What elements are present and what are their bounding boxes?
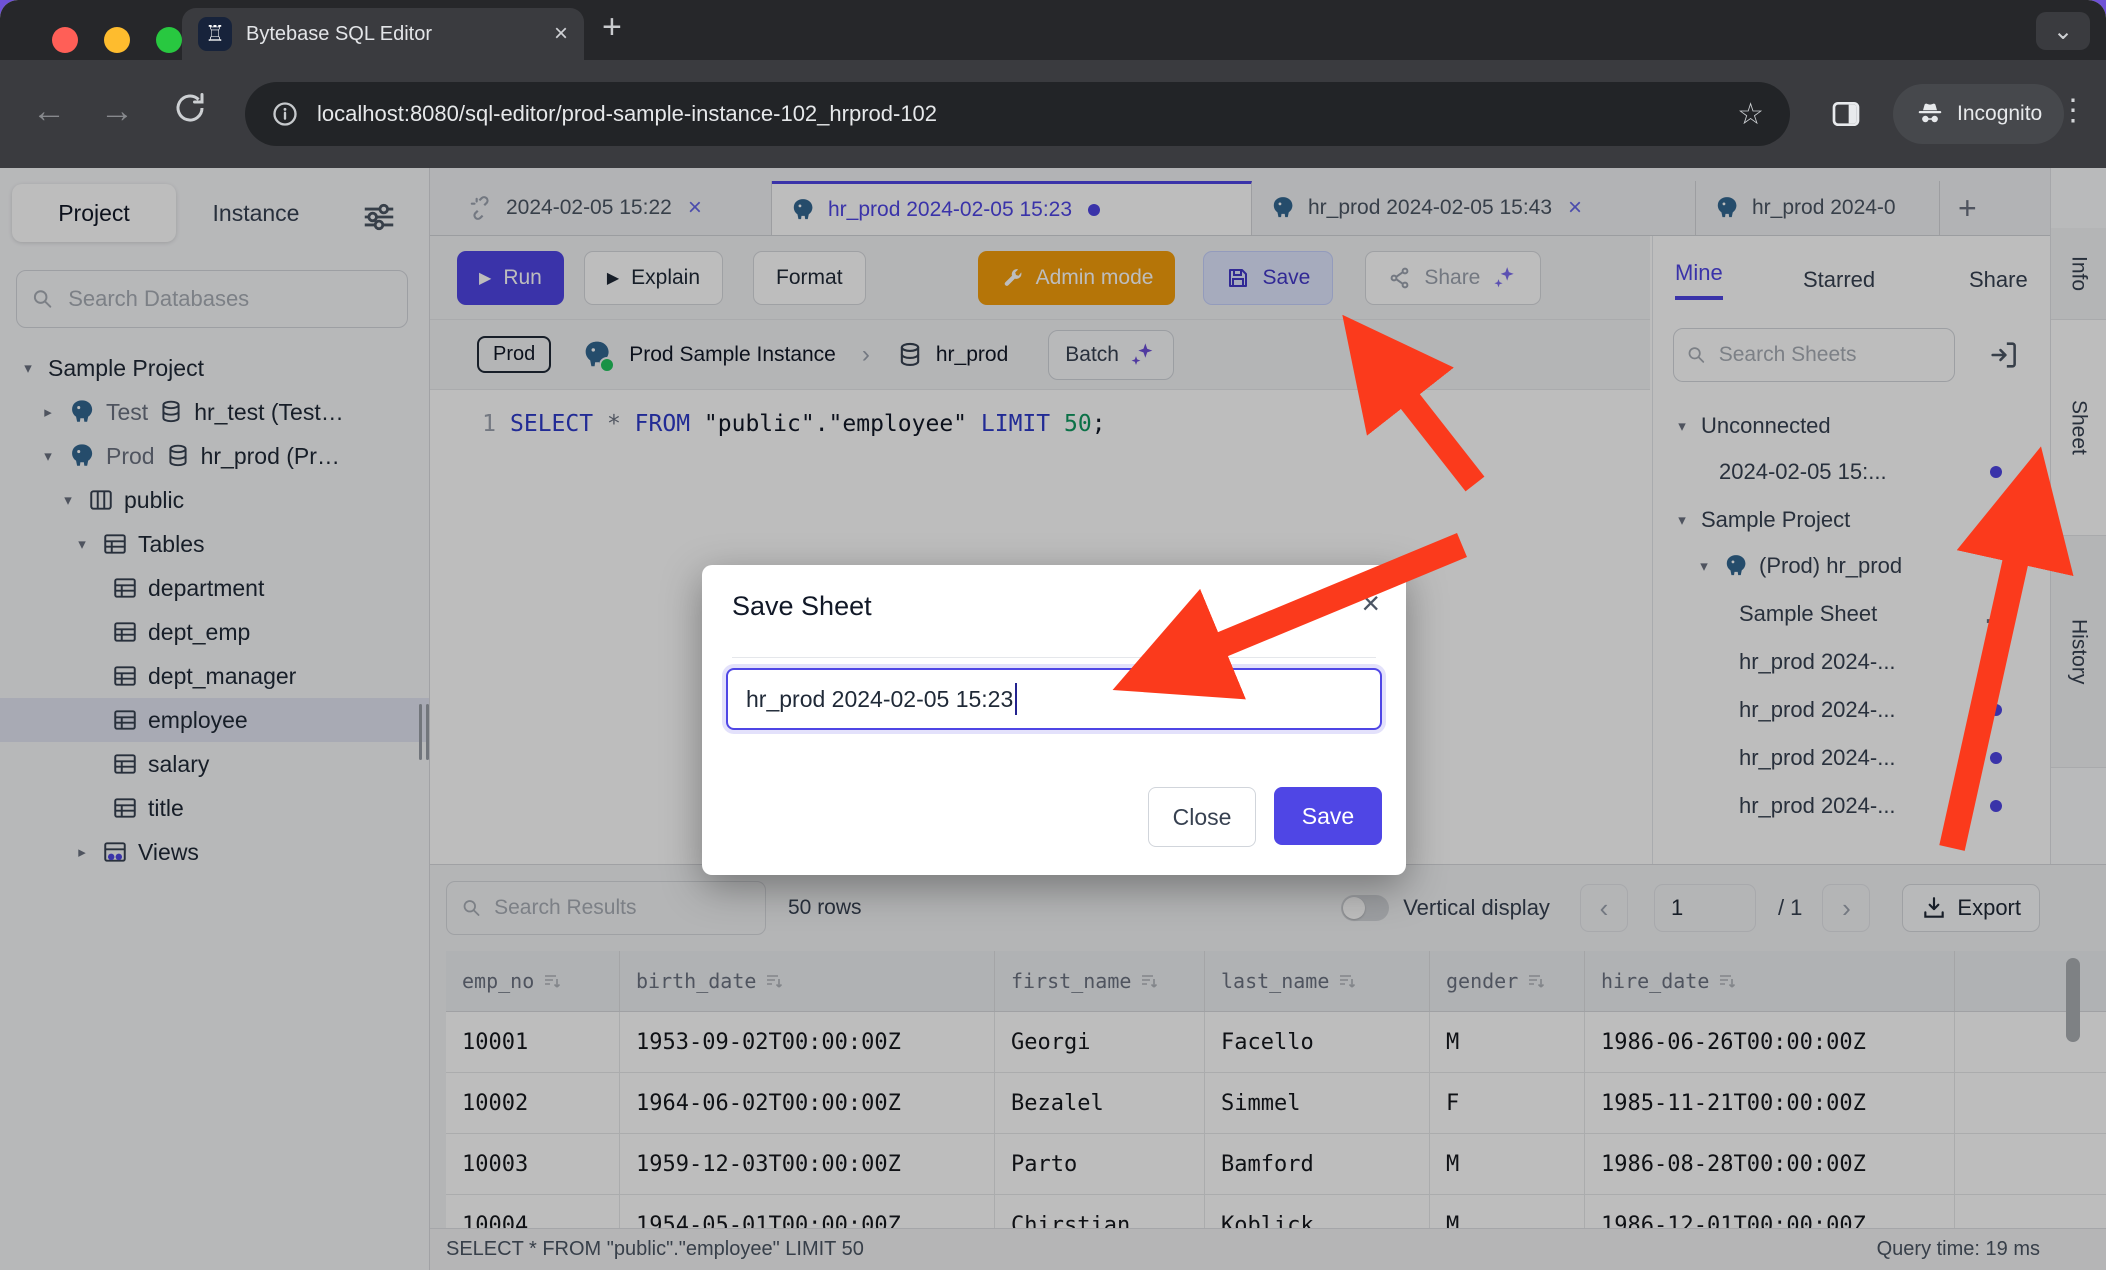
save-sheet-dialog: Save Sheet × hr_prod 2024-02-05 15:23 Cl… <box>702 565 1406 875</box>
dialog-title: Save Sheet <box>732 591 872 622</box>
maximize-window-button[interactable] <box>156 27 182 53</box>
address-bar[interactable]: localhost:8080/sql-editor/prod-sample-in… <box>245 82 1790 146</box>
incognito-badge[interactable]: Incognito <box>1893 84 2064 144</box>
reload-icon[interactable] <box>172 90 208 126</box>
dialog-divider <box>732 657 1376 658</box>
browser-toolbar: ← → localhost:8080/sql-editor/prod-sampl… <box>0 60 2106 168</box>
browser-menu-icon[interactable]: ⋮ <box>2058 96 2088 126</box>
dialog-close-button[interactable]: Close <box>1148 787 1256 847</box>
site-info-icon[interactable] <box>271 100 299 128</box>
incognito-icon <box>1915 99 1945 129</box>
app-window: ♖ Bytebase SQL Editor × + ⌄ ← → localhos… <box>0 0 2106 1270</box>
browser-tab-close-icon[interactable]: × <box>554 22 568 46</box>
tab-search-chevron-icon[interactable]: ⌄ <box>2036 12 2090 50</box>
browser-tab[interactable]: ♖ Bytebase SQL Editor × <box>182 8 584 60</box>
browser-tab-title: Bytebase SQL Editor <box>246 23 540 46</box>
bytebase-favicon-icon: ♖ <box>198 17 232 51</box>
window-controls <box>52 27 182 53</box>
browser-tab-strip: ♖ Bytebase SQL Editor × + ⌄ <box>0 0 2106 60</box>
new-browser-tab-button[interactable]: + <box>602 10 622 44</box>
bytebase-page: Project Instance ▾ Sample Project ▸ Test <box>0 168 2106 1270</box>
forward-icon[interactable]: → <box>100 94 134 128</box>
dialog-close-icon[interactable]: × <box>1361 587 1380 619</box>
minimize-window-button[interactable] <box>104 27 130 53</box>
dialog-save-button[interactable]: Save <box>1274 787 1382 845</box>
url-text: localhost:8080/sql-editor/prod-sample-in… <box>317 101 1719 127</box>
side-panel-icon[interactable] <box>1830 98 1862 130</box>
back-icon[interactable]: ← <box>32 94 66 128</box>
close-window-button[interactable] <box>52 27 78 53</box>
text-caret <box>1015 683 1017 715</box>
bookmark-star-icon[interactable]: ☆ <box>1737 97 1764 132</box>
incognito-label: Incognito <box>1957 102 2042 126</box>
sheet-name-input[interactable]: hr_prod 2024-02-05 15:23 <box>726 668 1382 730</box>
